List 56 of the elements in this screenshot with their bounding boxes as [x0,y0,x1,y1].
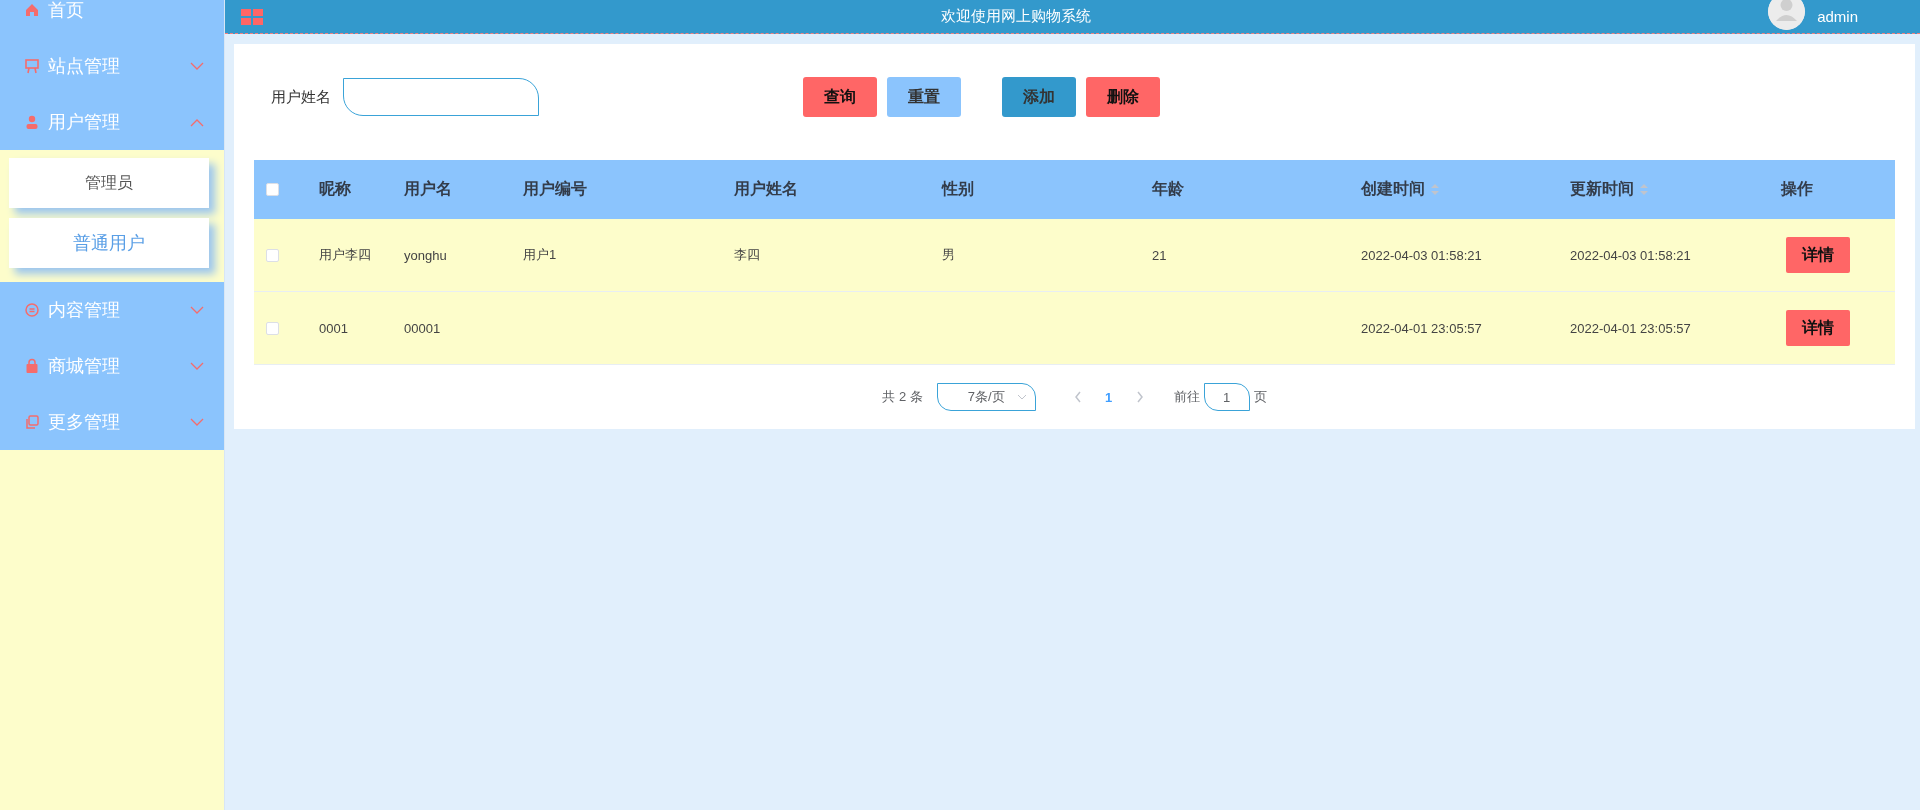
chevron-down-icon [190,61,204,71]
page-size-select[interactable]: 7条/页 [936,383,1036,411]
chevron-down-icon [190,305,204,315]
prev-page-icon[interactable] [1073,391,1082,403]
table-cell: 2022-04-03 01:58:21 [1570,247,1691,263]
easel-icon [24,58,40,74]
table-cell: 0001 [319,320,348,336]
column-header: 昵称 [319,179,351,199]
avatar-icon[interactable] [1768,0,1806,30]
details-button[interactable]: 详情 [1786,237,1850,273]
table-cell: 00001 [404,320,441,336]
chevron-down-icon [1016,394,1027,400]
table-cell: 用户1 [523,247,557,262]
table-cell: 李四 [734,247,760,262]
row-checkbox[interactable] [266,321,279,335]
table-cell: 2022-04-01 23:05:57 [1570,320,1691,336]
table-cell: 21 [1152,247,1167,263]
reset-button[interactable]: 重置 [887,77,961,117]
details-button[interactable]: 详情 [1786,310,1850,346]
next-page-icon[interactable] [1135,391,1144,403]
copy-icon [24,414,40,430]
column-header: 年龄 [1152,179,1184,199]
column-header: 用户名 [404,179,452,199]
column-header: 用户姓名 [734,179,798,199]
chevron-up-icon [190,117,204,127]
chevron-down-icon [190,417,204,427]
column-header[interactable]: 创建时间 [1361,179,1441,200]
grid-icon[interactable] [241,8,263,25]
chat-icon [24,302,40,318]
query-button[interactable]: 查询 [803,77,877,117]
page-suffix: 页 [1253,388,1267,406]
search-field[interactable] [343,78,539,116]
goto-label: 前往 [1173,388,1200,406]
app-title: 欢迎使用网上购物系统 [939,7,1092,26]
total-count: 共 2 条 [882,388,923,406]
table-cell: 2022-04-03 01:58:21 [1361,247,1482,263]
add-button[interactable]: 添加 [1002,77,1076,117]
table-cell: yonghu [404,247,447,263]
column-header: 用户编号 [523,179,587,199]
table-cell: 男 [942,247,955,262]
column-header[interactable]: 更新时间 [1570,179,1650,200]
person-icon [24,114,40,130]
table-cell: 用户李四 [319,247,371,262]
select-all-checkbox[interactable] [266,183,279,196]
bag-icon [24,358,40,374]
goto-page-field[interactable]: 1 [1203,383,1250,411]
table-cell: 2022-04-01 23:05:57 [1361,320,1482,336]
username[interactable]: admin [1817,8,1858,25]
chevron-down-icon [190,361,204,371]
search-label: 用户姓名 [271,87,331,107]
submenu-item[interactable]: 管理员 [9,158,209,208]
home-icon [24,2,40,18]
delete-button[interactable]: 删除 [1086,77,1160,117]
column-header: 性别 [942,179,974,199]
row-checkbox[interactable] [266,248,279,262]
column-header: 操作 [1781,179,1813,199]
